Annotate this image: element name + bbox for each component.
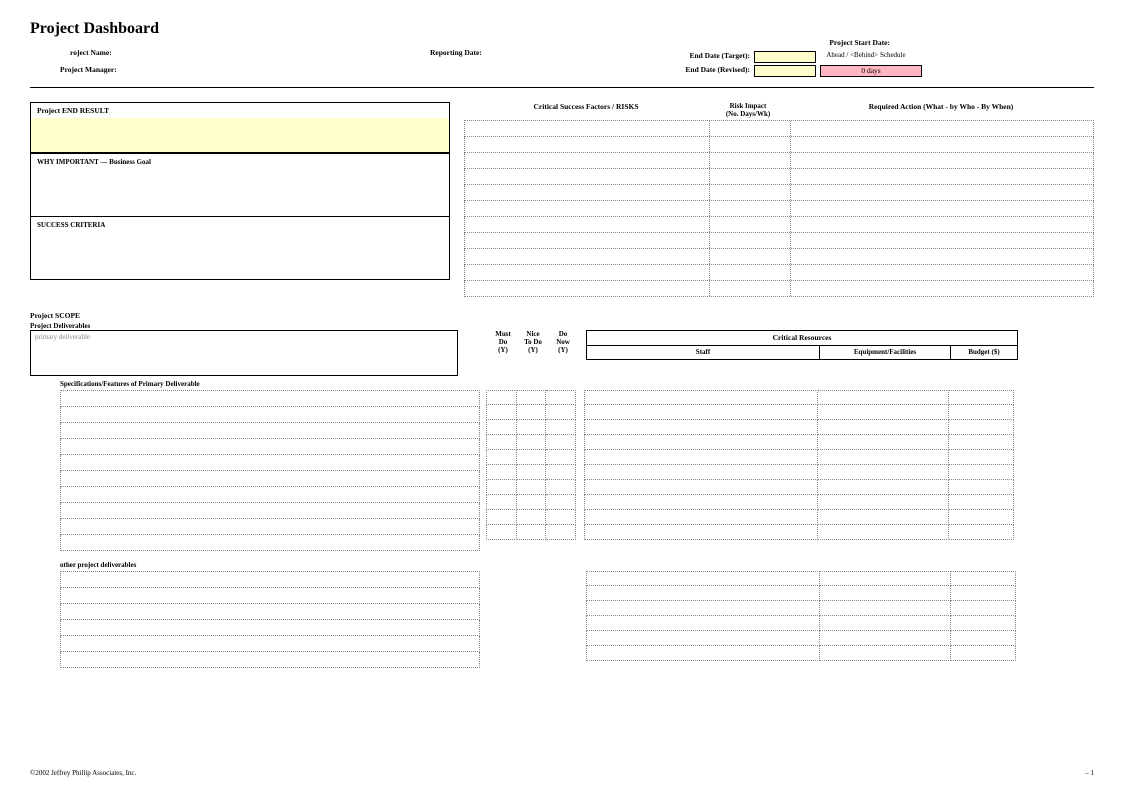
risk-impact-header: Risk Impact(No. Days/Wk) (708, 102, 788, 118)
label-project-manager: Project Manager: (60, 65, 650, 77)
end-result-block: Project END RESULT WHY IMPORTANT — Busin… (30, 102, 450, 280)
risks-table (464, 120, 1094, 297)
copyright: ©2002 Jeffrey Phillip Associates, Inc. (30, 769, 136, 777)
divider (30, 87, 1094, 88)
success-criteria-input[interactable] (31, 233, 449, 279)
spec-label: Specifications/Features of Primary Deliv… (60, 380, 1094, 388)
critical-resources-header: Critical Resources (586, 330, 1018, 346)
end-result-title: Project END RESULT (31, 103, 449, 118)
other-deliverables-label: other project deliverables (60, 561, 1094, 569)
days-value: 0 days (820, 65, 922, 77)
budget-header: Budget ($) (951, 346, 1017, 359)
label-schedule-status: Ahead / <Behind> Schedule (816, 51, 916, 63)
end-result-input[interactable] (31, 118, 449, 153)
end-date-target-input[interactable] (754, 51, 816, 63)
business-goal-input[interactable] (31, 170, 449, 216)
equipment-header: Equipment/Facilities (820, 346, 951, 359)
must-table[interactable] (486, 390, 576, 551)
label-end-date-target: End Date (Target): (650, 51, 750, 63)
primary-deliverable-input[interactable]: primary deliverable (30, 330, 458, 376)
deliverables-label: Project Deliverables (30, 322, 1094, 330)
other-deliverables-table[interactable] (60, 571, 480, 668)
staff-header: Staff (587, 346, 820, 359)
resources-table[interactable] (584, 390, 1014, 551)
scope-title: Project SCOPE (30, 311, 1094, 320)
end-date-revised-input[interactable] (754, 65, 816, 77)
success-criteria-title: SUCCESS CRITERIA (31, 216, 449, 233)
spec-table[interactable] (60, 390, 480, 551)
other-resources-table[interactable] (586, 571, 1016, 668)
business-goal-title: WHY IMPORTANT — Business Goal (31, 153, 449, 170)
csf-header: Critical Success Factors / RISKS (464, 102, 708, 118)
required-action-header: Required Action (What - by Who - By When… (788, 102, 1094, 118)
page-title: Project Dashboard (30, 20, 1094, 38)
must-nice-do-header: MustDo(Y) NiceTo Do(Y) DoNow(Y) (488, 330, 578, 354)
label-end-date-revised: End Date (Revised): (650, 65, 750, 77)
label-project-start: Project Start Date: (650, 38, 890, 47)
page-number: – 1 (1085, 769, 1094, 777)
